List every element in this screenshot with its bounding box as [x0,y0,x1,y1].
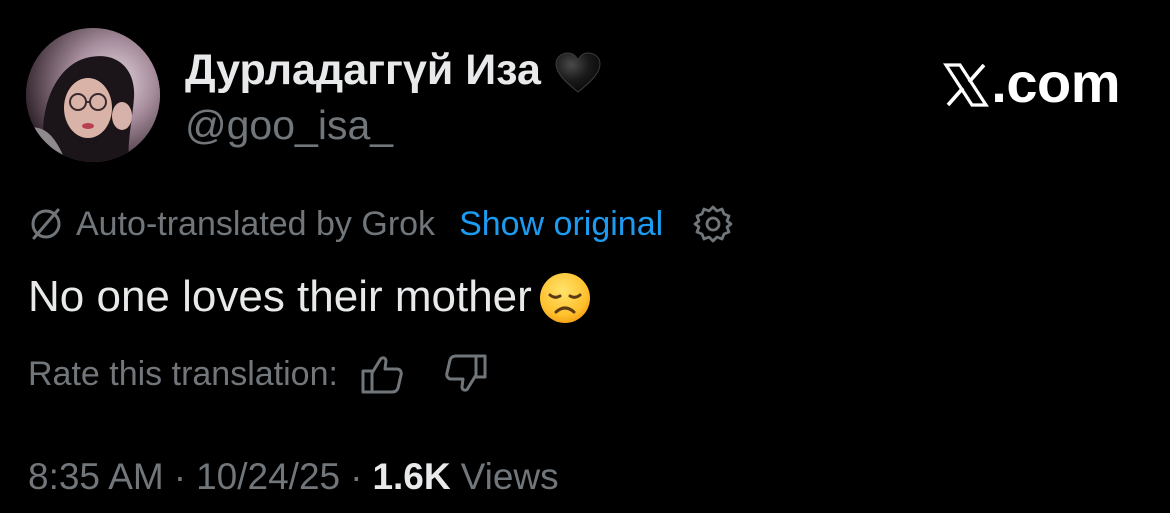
tweet-time[interactable]: 8:35 AM [28,456,164,497]
rate-translation-row: Rate this translation: [28,350,488,398]
translate-icon [31,208,61,240]
translation-bar: Auto-translated by Grok Show original [28,200,733,248]
author-handle[interactable]: @goo_isa_ [185,102,393,149]
thumbs-up-icon[interactable] [360,352,404,396]
tweet-card: Дурладаггүй Иза @goo_isa_ .com Auto-tran… [0,0,1170,513]
avatar-photo-icon [26,28,160,162]
display-name-text: Дурладаггүй Иза [185,46,541,94]
x-logo-icon [943,62,990,107]
thumbs-down-icon[interactable] [444,352,488,396]
views-label[interactable]: Views [461,456,559,497]
avatar[interactable] [26,28,160,162]
show-original-link[interactable]: Show original [459,205,663,244]
auto-translated-label: Auto-translated by Grok [76,204,436,243]
black-heart-icon [555,51,601,93]
site-label: .com [991,51,1120,114]
views-count[interactable]: 1.6K [372,456,450,497]
gear-icon[interactable] [693,204,733,244]
author-display-name[interactable]: Дурладаггүй Иза [185,46,601,95]
disappointed-face-icon [539,273,590,323]
tweet-meta: 8:35 AM · 10/24/25 · 1.6K Views [28,456,559,498]
tweet-text: No one loves their mother [28,270,592,324]
site-badge: .com [943,50,1120,115]
tweet-body: No one loves their mother [28,272,532,321]
rate-translation-label: Rate this translation: [28,354,338,393]
meta-separator: · [173,456,187,497]
tweet-date[interactable]: 10/24/25 [196,456,340,497]
meta-separator: · [350,456,363,497]
